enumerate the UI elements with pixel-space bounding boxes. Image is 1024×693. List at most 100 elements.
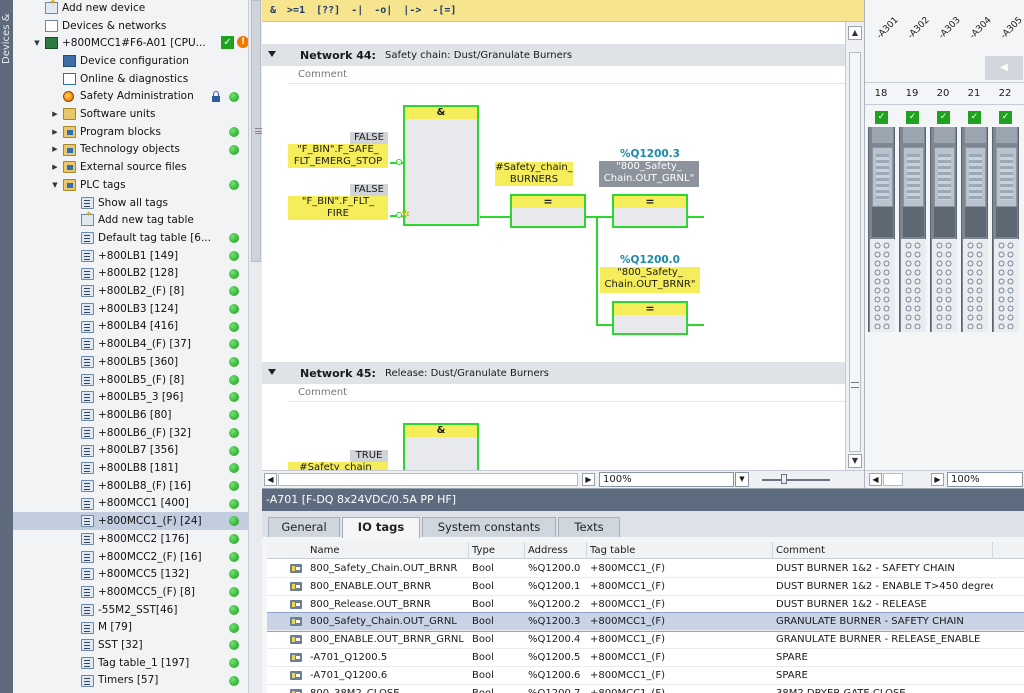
editor-horizontal-scroll-thumb[interactable] <box>278 473 578 486</box>
lad-instruction-button[interactable]: >=1 <box>287 5 305 16</box>
tree-item[interactable]: +800LB6_(F) [32] <box>13 424 248 442</box>
lad-instruction-button[interactable]: [??] <box>316 5 340 16</box>
cell-type[interactable]: Bool <box>469 613 525 630</box>
cell-table[interactable]: +800MCC1_(F) <box>587 596 773 613</box>
tree-item[interactable]: +800MCC2 [176] <box>13 530 248 548</box>
tree-item[interactable]: +800LB3 [124] <box>13 300 248 318</box>
tree-item[interactable]: ▼ PLC tags <box>13 176 248 194</box>
cell-address[interactable]: %Q1200.5 <box>525 649 587 666</box>
cell-name[interactable]: 800_ENABLE.OUT_BRNR_GRNL <box>307 631 469 648</box>
table-row[interactable]: -A701_Q1200.5 Bool %Q1200.5 +800MCC1_(F) SPA… <box>267 649 1024 667</box>
tree-item[interactable]: ▶ Software units <box>13 105 248 123</box>
cell-name[interactable]: -A701_Q1200.5 <box>307 649 469 666</box>
device-scroll-left-icon[interactable]: ◀ <box>985 56 1023 80</box>
table-row[interactable]: 800_ENABLE.OUT_BRNR Bool %Q1200.1 +800MCC1_… <box>267 578 1024 596</box>
inspector-tab[interactable]: System constants <box>422 517 556 537</box>
table-row[interactable]: 800_Safety_Chain.OUT_BRNR Bool %Q1200.0 +80… <box>267 560 1024 578</box>
cell-comment[interactable]: DUST BURNER 1&2 - ENABLE T>450 degree <box>773 578 993 595</box>
tree-scrollbar-thumb[interactable] <box>251 0 262 262</box>
lad-instruction-button[interactable]: & <box>270 5 276 16</box>
cell-address[interactable]: %Q1200.0 <box>525 560 587 577</box>
cell-type[interactable]: Bool <box>469 667 525 684</box>
cell-name[interactable]: 800_Safety_Chain.OUT_BRNR <box>307 560 469 577</box>
inspector-tab[interactable]: IO tags <box>342 517 420 538</box>
cell-table[interactable]: +800MCC1_(F) <box>587 685 773 693</box>
cell-comment[interactable]: SPARE <box>773 649 993 666</box>
cell-comment[interactable]: DUST BURNER 1&2 - SAFETY CHAIN <box>773 560 993 577</box>
coil2-box[interactable]: = <box>612 194 688 228</box>
tree-item[interactable]: Add new tag table <box>13 210 248 229</box>
and-box[interactable]: & <box>403 105 479 226</box>
tree-item[interactable]: Show all tags <box>13 194 248 212</box>
coil1-tag-line1[interactable]: #Safety_chain_ <box>495 162 573 174</box>
tree-item[interactable]: Add new device <box>13 0 248 17</box>
tree-item[interactable]: +800LB6 [80] <box>13 406 248 424</box>
coil2-tag-line2[interactable]: Chain.OUT_GRNL" <box>599 173 699 187</box>
tree-item[interactable]: +800MCC5_(F) [8] <box>13 583 248 601</box>
column-header[interactable]: Tag table <box>587 542 773 559</box>
cell-address[interactable]: %Q1200.6 <box>525 667 587 684</box>
tree-scrollbar[interactable] <box>248 0 262 693</box>
lad-instruction-button[interactable]: -| <box>351 5 363 16</box>
expand-down-icon[interactable]: ▼ <box>51 181 59 189</box>
table-row[interactable]: -A701_Q1200.6 Bool %Q1200.6 +800MCC1_(F) SPA… <box>267 667 1024 685</box>
network-44-comment[interactable]: Comment <box>288 66 845 84</box>
io-module[interactable] <box>992 127 1019 332</box>
cell-table[interactable]: +800MCC1_(F) <box>587 578 773 595</box>
tree-item[interactable]: Tag table_1 [197] <box>13 654 248 672</box>
tree-item[interactable]: +800LB1 [149] <box>13 247 248 265</box>
tree-item[interactable]: +800LB5_3 [96] <box>13 388 248 406</box>
expand-down-icon[interactable]: ▼ <box>33 39 41 47</box>
cell-comment[interactable]: SPARE <box>773 667 993 684</box>
editor-zoom-field[interactable]: 100% <box>599 472 734 487</box>
tree-item[interactable]: Devices & networks <box>13 17 248 35</box>
editor-zoom-slider[interactable] <box>781 474 787 484</box>
cell-comment[interactable]: DUST BURNER 1&2 - RELEASE <box>773 596 993 613</box>
expand-right-icon[interactable]: ▶ <box>51 128 59 136</box>
tree-item[interactable]: +800LB4_(F) [37] <box>13 335 248 353</box>
device-horizontal-scroll-thumb[interactable] <box>883 473 903 486</box>
network-44-header[interactable]: Network 44: Safety chain: Dust/Granulate… <box>262 44 845 66</box>
tree-item[interactable]: -55M2_SST[46] <box>13 601 248 619</box>
cell-comment[interactable]: GRANULATE BURNER - SAFETY CHAIN <box>773 613 993 630</box>
cell-address[interactable]: %Q1200.2 <box>525 596 587 613</box>
input1-tag-line2[interactable]: FLT_EMERG_STOP <box>288 156 388 168</box>
tree-item[interactable]: Safety Administration <box>13 88 248 106</box>
column-header[interactable]: Name <box>307 542 469 559</box>
lad-instruction-button[interactable]: -[=] <box>432 5 456 16</box>
lad-instruction-button[interactable]: |-> <box>403 5 421 16</box>
tree-item[interactable]: Timers [57] <box>13 672 248 690</box>
coil3-tag-line1[interactable]: "800_Safety_ <box>600 267 700 279</box>
cell-address[interactable]: %Q1200.7 <box>525 685 587 693</box>
cell-type[interactable]: Bool <box>469 649 525 666</box>
cell-comment[interactable]: 38M2 DRYER GATE CLOSE <box>773 685 993 693</box>
input1-tag-line1[interactable]: "F_BIN".F_SAFE_ <box>288 144 388 156</box>
io-module[interactable] <box>961 127 988 332</box>
cell-table[interactable]: +800MCC1_(F) <box>587 649 773 666</box>
tree-item[interactable]: +800LB5_(F) [8] <box>13 371 248 389</box>
cell-name[interactable]: 800_Release.OUT_BRNR <box>307 596 469 613</box>
cell-table[interactable]: +800MCC1_(F) <box>587 631 773 648</box>
scroll-left-button[interactable]: ◀ <box>264 473 277 486</box>
device-scroll-right-button[interactable]: ▶ <box>931 473 944 486</box>
scroll-down-button[interactable]: ▼ <box>848 454 862 468</box>
tree-item[interactable]: +800LB2_(F) [8] <box>13 282 248 300</box>
cell-type[interactable]: Bool <box>469 578 525 595</box>
cell-type[interactable]: Bool <box>469 596 525 613</box>
coil1-tag-line2[interactable]: BURNERS <box>495 174 573 186</box>
table-row[interactable]: 800_ENABLE.OUT_BRNR_GRNL Bool %Q1200.4 +800… <box>267 631 1024 649</box>
n45-and-box[interactable]: & <box>403 423 479 470</box>
coil3-box[interactable]: = <box>612 301 688 335</box>
io-module[interactable] <box>930 127 957 332</box>
column-header[interactable]: Comment <box>773 542 993 559</box>
table-row[interactable]: 800_Safety_Chain.OUT_GRNL Bool %Q1200.3 +80… <box>267 612 1024 633</box>
collapse-arrow-icon[interactable] <box>268 369 276 375</box>
lad-instruction-button[interactable]: -o| <box>374 5 392 16</box>
cell-name[interactable]: 800_Safety_Chain.OUT_GRNL <box>307 613 469 630</box>
expand-right-icon[interactable]: ▶ <box>51 163 59 171</box>
tree-item[interactable]: +800LB8_(F) [16] <box>13 477 248 495</box>
tree-item[interactable]: Online & diagnostics <box>13 70 248 88</box>
tree-item[interactable]: +800MCC2_(F) [16] <box>13 548 248 566</box>
cell-table[interactable]: +800MCC1_(F) <box>587 667 773 684</box>
tree-item[interactable]: ▶ Program blocks <box>13 123 248 141</box>
